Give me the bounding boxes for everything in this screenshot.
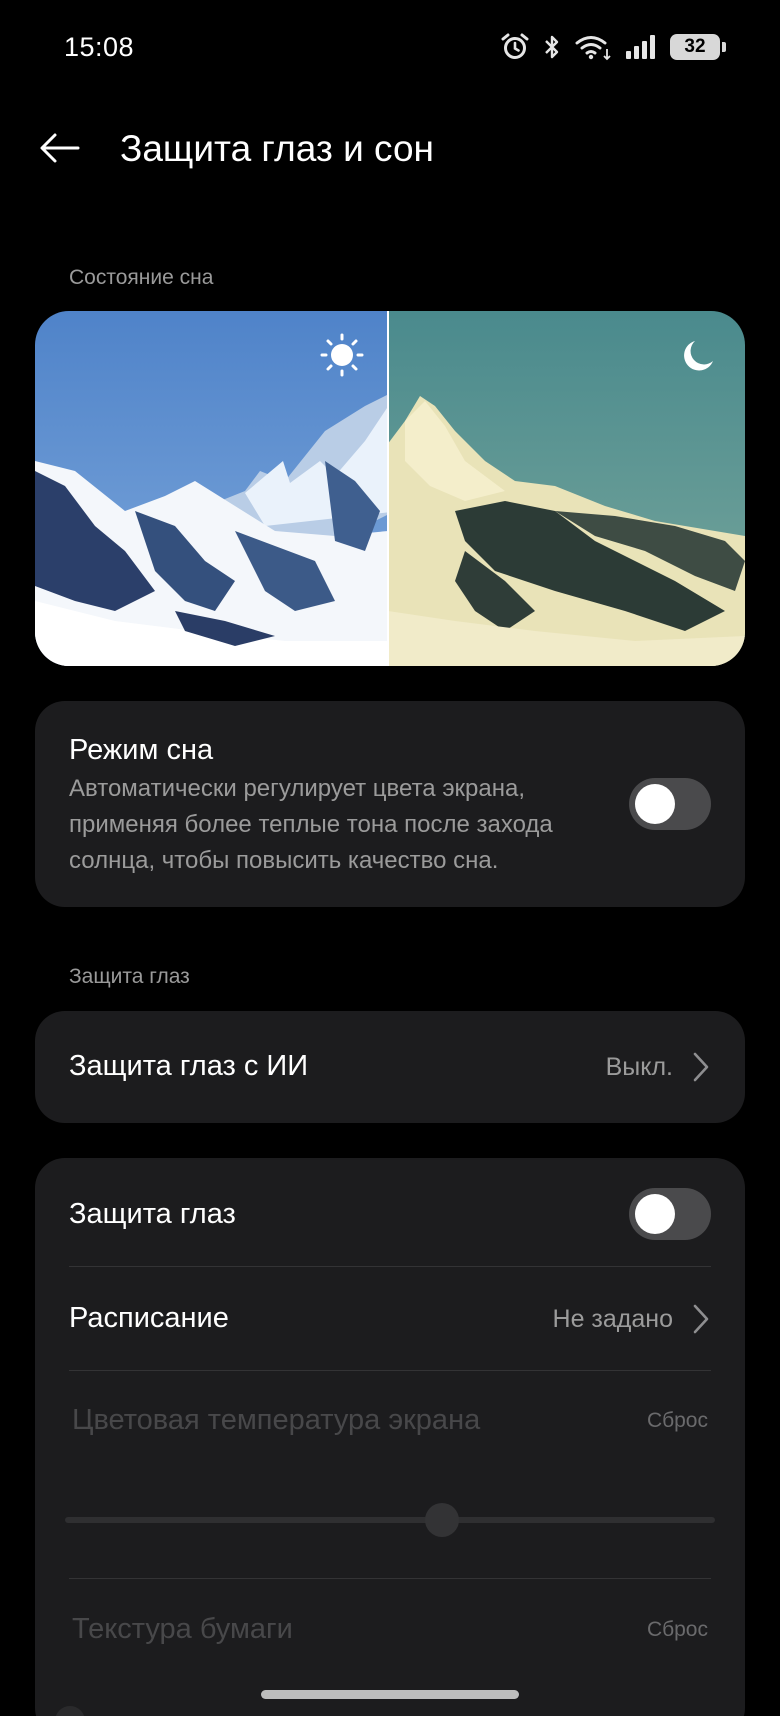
sleep-mode-card[interactable]: Режим сна Автоматически регулирует цвета… [35, 701, 745, 907]
schedule-value: Не задано [552, 1305, 673, 1333]
status-icons: 32 [500, 30, 726, 64]
color-temperature-slider-thumb[interactable] [425, 1503, 459, 1537]
section-label-sleep: Состояние сна [69, 266, 214, 289]
sleep-mode-description: Автоматически регулирует цвета экрана, п… [69, 775, 553, 874]
toggle-knob [635, 784, 675, 824]
signal-icon [624, 32, 658, 62]
ai-eye-care-title: Защита глаз с ИИ [69, 1050, 309, 1082]
paper-texture-slider-thumb[interactable] [55, 1706, 85, 1716]
section-label-eye: Защита глаз [69, 965, 190, 988]
wifi-icon [574, 32, 612, 62]
page-title: Защита глаз и сон [120, 128, 434, 169]
bluetooth-icon [542, 32, 562, 62]
home-indicator[interactable] [261, 1690, 519, 1699]
paper-texture-title: Текстура бумаги [72, 1613, 293, 1645]
divider [69, 1578, 711, 1579]
status-bar: 15:08 32 [0, 0, 780, 96]
eye-care-title: Защита глаз [69, 1198, 236, 1230]
arrow-left-icon [40, 133, 80, 163]
sleep-mode-toggle[interactable] [629, 778, 711, 830]
eye-care-toggle[interactable] [629, 1188, 711, 1240]
battery-level: 32 [684, 36, 706, 57]
ai-eye-care-card[interactable]: Защита глаз с ИИ Выкл. [35, 1011, 745, 1123]
sleep-preview-image [35, 311, 745, 666]
sleep-mode-title: Режим сна [69, 734, 214, 766]
color-temperature-slider[interactable] [65, 1517, 715, 1523]
eye-care-settings-card: Защита глаз Расписание Не задано Цветова… [35, 1158, 745, 1716]
paper-texture-reset-button[interactable]: Сброс [647, 1618, 708, 1642]
toggle-knob [635, 1194, 675, 1234]
status-time: 15:08 [64, 32, 135, 62]
divider [69, 1370, 711, 1371]
schedule-title: Расписание [69, 1302, 229, 1334]
chevron-right-icon [693, 1052, 709, 1082]
eye-care-row[interactable]: Защита глаз [35, 1158, 745, 1266]
color-temperature-reset-button[interactable]: Сброс [647, 1409, 708, 1433]
chevron-right-icon [693, 1304, 709, 1334]
back-button[interactable] [34, 122, 86, 174]
schedule-row[interactable]: Расписание Не задано [35, 1266, 745, 1370]
battery-icon: 32 [670, 34, 726, 60]
alarm-icon [500, 32, 530, 62]
color-temperature-title: Цветовая температура экрана [72, 1404, 481, 1436]
ai-eye-care-value: Выкл. [605, 1053, 673, 1081]
